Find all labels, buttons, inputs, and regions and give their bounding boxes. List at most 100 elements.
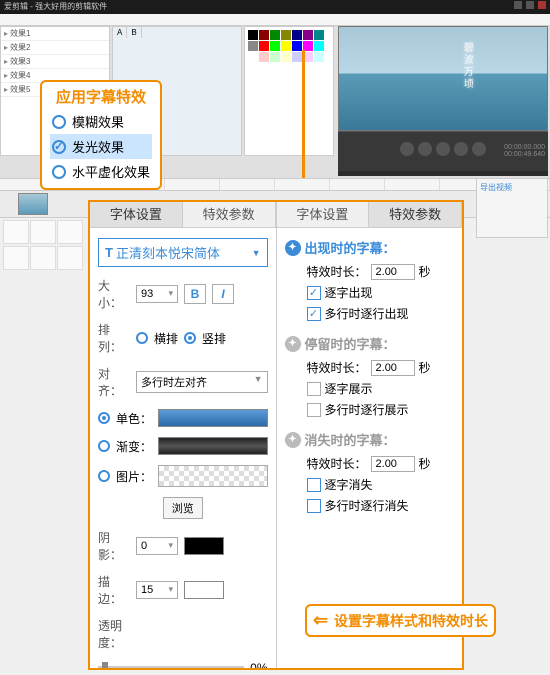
radio-solid[interactable] [98,412,110,424]
font-selector[interactable]: 正清刻本悦宋简体 [98,238,268,267]
color-swatch[interactable] [270,41,280,51]
end-icon[interactable] [472,142,486,156]
minimize-icon[interactable] [514,1,522,9]
tab-font-settings[interactable]: 字体设置 [90,202,183,227]
radio-icon [52,115,66,129]
color-swatch[interactable] [248,41,258,51]
effect-option[interactable]: 模糊效果 [50,109,152,134]
stroke-label: 描边： [98,573,130,607]
shadow-row: 阴影： 0 [98,529,268,563]
panel-body: ✦出现时的字幕： 特效时长：2.00秒 ✓逐字出现 ✓多行时逐行出现 ✦停留时的… [277,228,463,536]
checkbox[interactable] [307,478,321,492]
opacity-slider[interactable] [98,666,244,668]
horiz-label: 横排 [154,330,178,347]
clip-slot[interactable] [3,246,29,270]
time-total: 00:00:49.640 [504,151,545,159]
color-swatch[interactable] [259,30,269,40]
shadow-color[interactable] [184,537,224,555]
effect-option[interactable]: 水平虚化效果 [50,159,152,184]
solid-color-row: 单色： [98,409,268,427]
shadow-input[interactable]: 0 [136,537,178,555]
opacity-value: 0% [250,661,267,668]
effect-params-panel: 字体设置 特效参数 ✦出现时的字幕： 特效时长：2.00秒 ✓逐字出现 ✓多行时… [277,202,463,668]
radio-horizontal[interactable] [136,332,148,344]
color-swatch[interactable] [292,30,302,40]
align-select[interactable]: 多行时左对齐 [136,371,268,393]
list-item[interactable]: 效果3 [1,55,109,69]
panel-tabs: 字体设置 特效参数 [277,202,463,228]
maximize-icon[interactable] [526,1,534,9]
stop-icon[interactable] [454,142,468,156]
clip-slot[interactable] [57,246,83,270]
callout-title: 应用字幕特效 [50,86,152,107]
checkbox[interactable] [307,499,321,513]
radio-vertical[interactable] [184,332,196,344]
play-icon[interactable] [418,142,432,156]
color-swatch[interactable] [281,30,291,40]
solid-color-picker[interactable] [158,409,267,427]
option-label: 模糊效果 [72,112,124,131]
browse-button[interactable]: 浏览 [163,497,203,519]
color-swatch[interactable] [248,52,258,62]
next-icon[interactable] [436,142,450,156]
duration-input[interactable]: 2.00 [371,360,415,376]
checkbox-checked[interactable]: ✓ [307,286,321,300]
font-name: 正清刻本悦宋简体 [116,243,220,262]
radio-image[interactable] [98,470,110,482]
radio-gradient[interactable] [98,440,110,452]
settings-panels: 字体设置 特效参数 正清刻本悦宋简体 大小： 93 B I 排列： 横排 竖排 … [88,200,464,670]
clip-slot[interactable] [30,220,56,244]
list-item[interactable]: 效果1 [1,27,109,41]
radio-checked-icon [52,140,66,154]
align-row: 对齐： 多行时左对齐 [98,365,268,399]
titlebar: 爱剪辑 - 强大好用的剪辑软件 [0,0,550,14]
tab-effect-params[interactable]: 特效参数 [183,202,276,227]
checkbox-row: 多行时逐行展示 [307,401,455,418]
preview-frame[interactable]: 碧波万顷 [338,26,548,131]
disappear-section: ✦消失时的字幕： 特效时长：2.00秒 逐字消失 多行时逐行消失 [285,430,455,514]
tab-effect-params[interactable]: 特效参数 [369,202,462,227]
stay-section: ✦停留时的字幕： 特效时长：2.00秒 逐字展示 多行时逐行展示 [285,334,455,418]
clip-slot[interactable] [30,246,56,270]
color-swatch[interactable] [270,30,280,40]
color-swatch[interactable] [259,41,269,51]
italic-button[interactable]: I [212,284,234,304]
timeline-clip[interactable] [18,193,48,215]
arrange-label: 排列： [98,321,130,355]
duration-input[interactable]: 2.00 [371,456,415,472]
effect-option-selected[interactable]: 发光效果 [50,134,152,159]
checkbox-checked[interactable]: ✓ [307,307,321,321]
clip-slot[interactable] [3,220,29,244]
bold-button[interactable]: B [184,284,206,304]
duration-input[interactable]: 2.00 [371,264,415,280]
radio-icon [52,165,66,179]
image-preview [158,465,267,487]
export-button[interactable]: 导出视频 [477,179,547,196]
img-label: 图片： [116,468,152,485]
close-icon[interactable] [538,1,546,9]
tab-font-settings[interactable]: 字体设置 [277,202,370,227]
size-input[interactable]: 93 [136,285,178,303]
callout-apply-effect: 应用字幕特效 模糊效果 发光效果 水平虚化效果 [40,80,162,190]
checkbox[interactable] [307,403,321,417]
color-swatch[interactable] [270,52,280,62]
subtitle-overlay: 碧波万顷 [459,42,474,90]
star-icon: ✦ [285,240,301,256]
star-icon: ✦ [285,432,301,448]
color-swatch[interactable] [248,30,258,40]
gradient-row: 渐变： [98,437,268,455]
grad-label: 渐变： [116,438,152,455]
color-swatch[interactable] [259,52,269,62]
stroke-input[interactable]: 15 [136,581,178,599]
checkbox[interactable] [307,382,321,396]
clip-slot[interactable] [57,220,83,244]
prev-icon[interactable] [400,142,414,156]
checkbox-row: 逐字消失 [307,476,455,493]
stroke-color[interactable] [184,581,224,599]
gradient-picker[interactable] [158,437,267,455]
tab[interactable]: B [127,27,141,38]
list-item[interactable]: 效果2 [1,41,109,55]
color-swatch[interactable] [303,30,313,40]
color-swatch[interactable] [314,30,324,40]
tab[interactable]: A [113,27,127,38]
